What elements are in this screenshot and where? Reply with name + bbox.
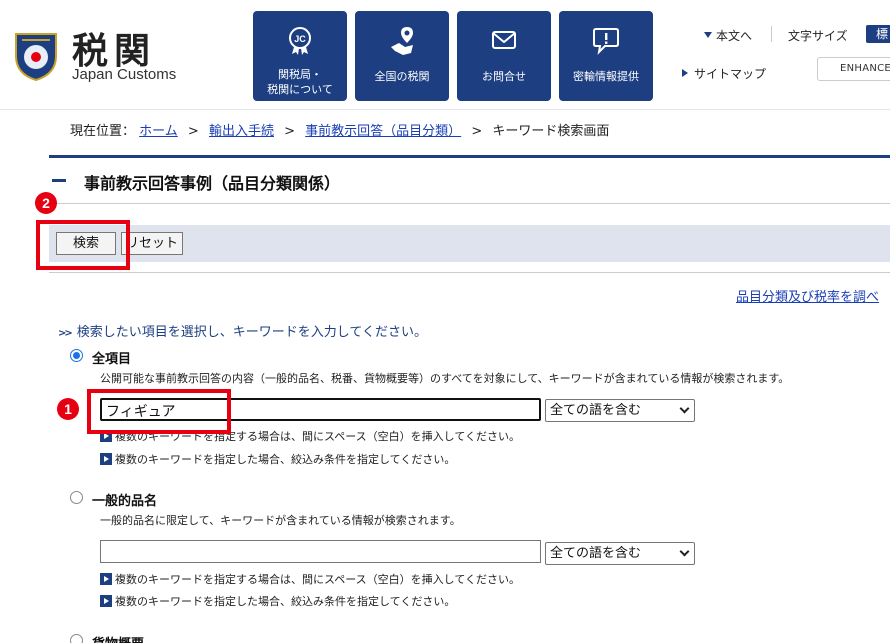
breadcrumb-prefix: 現在位置： — [70, 124, 136, 139]
breadcrumb: 現在位置： ホーム > 輸出入手続 > 事前教示回答（品目分類） > キーワード… — [70, 120, 609, 139]
title-marker — [52, 179, 66, 182]
all-fields-description: 公開可能な事前教示回答の内容（一般的品名、税番、貨物概要等）のすべてを対象にして… — [100, 372, 790, 385]
nav-about-line1: 関税局・ — [278, 68, 322, 81]
general-name-description: 一般的品名に限定して、キーワードが含まれている情報が検索されます。 — [100, 514, 461, 527]
triangle-down-icon — [704, 32, 712, 38]
general-name-note-2: 複数のキーワードを指定した場合、絞込み条件を指定してください。 — [100, 593, 455, 609]
general-name-keyword-input[interactable] — [100, 540, 541, 563]
site-header: 税関 Japan Customs JC 関税局・ 税関について 全国の税関 お問… — [0, 0, 890, 110]
font-size-standard-button[interactable]: 標 — [866, 25, 890, 43]
breadcrumb-advance-ruling-link[interactable]: 事前教示回答（品目分類） — [305, 124, 461, 139]
skip-to-content-link[interactable]: 本文へ — [704, 27, 752, 44]
breadcrumb-separator: > — [471, 124, 483, 139]
nav-about-customs-button[interactable]: JC 関税局・ 税関について — [253, 11, 347, 101]
site-search-input[interactable]: ENHANCED — [817, 57, 890, 81]
all-fields-note-2: 複数のキーワードを指定した場合、絞込み条件を指定してください。 — [100, 451, 455, 467]
nav-smuggling-report-button[interactable]: 密輸情報提供 — [559, 11, 653, 101]
toolbar-bottom-rule — [49, 272, 890, 273]
breadcrumb-separator: > — [284, 124, 296, 139]
general-name-note-1: 複数のキーワードを指定する場合は、間にスペース（空白）を挿入してください。 — [100, 571, 520, 587]
page-title: 事前教示回答事例（品目分類関係） — [84, 174, 341, 193]
tariff-lookup-link[interactable]: 品目分類及び税率を調べ — [736, 286, 879, 305]
breadcrumb-home-link[interactable]: ホーム — [139, 124, 178, 139]
chevron-down-icon — [679, 403, 690, 414]
general-name-match-select[interactable]: 全ての語を含む — [545, 542, 695, 565]
brand-subtitle[interactable]: Japan Customs — [72, 66, 176, 83]
cargo-overview-label: 貨物概要 — [92, 633, 144, 643]
sitemap-link[interactable]: サイトマップ — [682, 65, 766, 82]
cargo-overview-radio[interactable] — [70, 634, 83, 643]
all-fields-match-select[interactable]: 全ての語を含む — [545, 399, 695, 422]
double-chevron-icon: >> — [58, 328, 73, 339]
instruction-text: >> 検索したい項目を選択し、キーワードを入力してください。 — [58, 325, 427, 340]
step-1-badge: 1 — [57, 398, 79, 420]
keyword-input-highlight — [87, 389, 231, 434]
arrow-bullet-icon — [100, 595, 112, 607]
all-fields-label: 全項目 — [92, 352, 132, 367]
nav-national-label: 全国の税関 — [374, 70, 430, 83]
triangle-right-icon — [682, 69, 688, 77]
nav-about-line2: 税関について — [267, 83, 333, 96]
breadcrumb-separator: > — [187, 124, 199, 139]
title-top-rule — [49, 155, 890, 158]
chevron-down-icon — [679, 546, 690, 557]
step-2-badge: 2 — [35, 192, 57, 214]
exclamation-bubble-icon — [559, 25, 653, 55]
reset-button[interactable]: リセット — [121, 232, 183, 255]
search-button-highlight — [36, 220, 130, 270]
envelope-icon — [457, 25, 551, 55]
arrow-bullet-icon — [100, 573, 112, 585]
nav-smuggling-label: 密輸情報提供 — [573, 70, 639, 83]
nav-contact-label: お問合せ — [482, 70, 526, 83]
breadcrumb-current: キーワード検索画面 — [492, 124, 610, 139]
svg-text:JC: JC — [294, 34, 306, 44]
all-fields-radio[interactable] — [70, 349, 83, 362]
general-name-radio[interactable] — [70, 491, 83, 504]
general-name-label: 一般的品名 — [92, 494, 158, 509]
font-size-label: 文字サイズ — [788, 29, 848, 43]
arrow-bullet-icon — [100, 453, 112, 465]
customs-emblem-icon[interactable] — [12, 30, 60, 82]
header-divider — [771, 26, 772, 42]
map-pin-icon — [355, 25, 449, 55]
nav-national-customs-button[interactable]: 全国の税関 — [355, 11, 449, 101]
jc-badge-icon: JC — [253, 25, 347, 55]
nav-contact-button[interactable]: お問合せ — [457, 11, 551, 101]
breadcrumb-import-export-link[interactable]: 輸出入手続 — [209, 124, 274, 139]
title-bottom-rule — [49, 203, 890, 204]
